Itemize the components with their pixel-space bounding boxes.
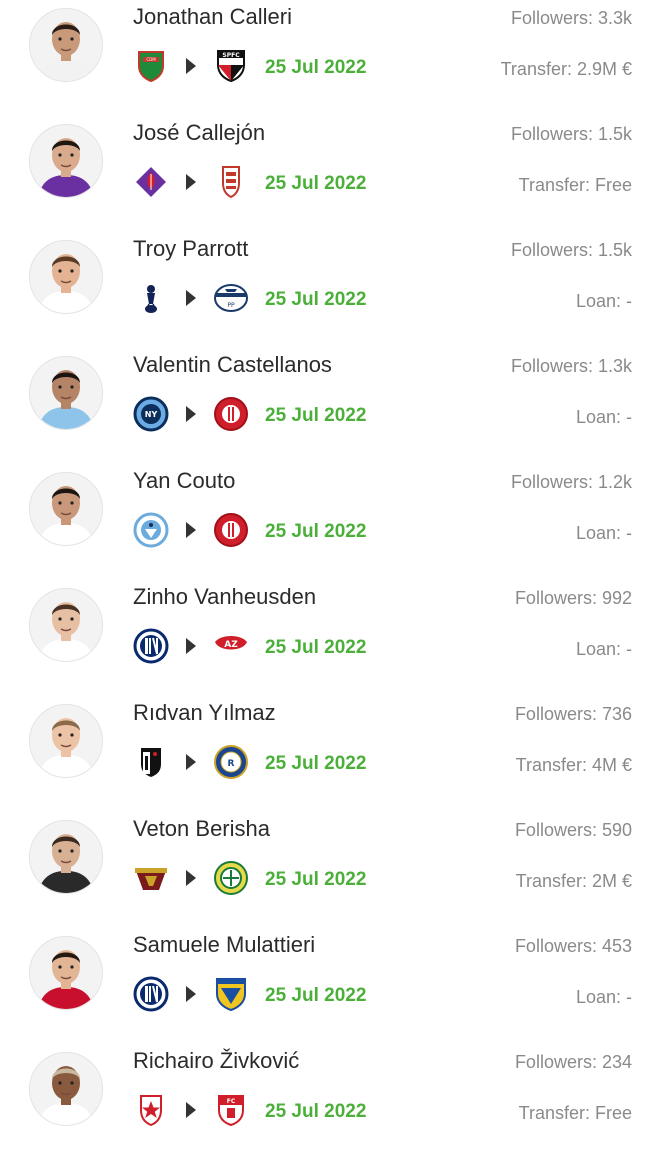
sao-paulo-crest-icon[interactable]: SPFC — [213, 48, 249, 84]
transfer-date: 25 Jul 2022 — [265, 173, 367, 194]
transfer-arrow-icon — [186, 290, 196, 306]
svg-text:R: R — [228, 759, 235, 769]
player-name[interactable]: Yan Couto — [133, 468, 235, 494]
transfer-row[interactable]: José Callejón Followers: 1.5k 25 Jul 2022 T… — [0, 116, 662, 232]
transfer-date: 25 Jul 2022 — [265, 753, 367, 774]
svg-text:AZ: AZ — [224, 640, 238, 650]
transfer-date: 25 Jul 2022 — [265, 1101, 367, 1122]
transfer-fee: Transfer: 2M € — [515, 871, 632, 891]
svg-text:FC: FC — [227, 1098, 236, 1105]
transfer-arrow-icon — [186, 638, 196, 654]
girona-crest-icon[interactable] — [213, 512, 249, 548]
player-name[interactable]: José Callejón — [133, 120, 265, 146]
besiktas-crest-icon[interactable] — [133, 744, 169, 780]
maldonado-crest-icon[interactable]: CDM — [133, 48, 169, 84]
player-name[interactable]: Veton Berisha — [133, 816, 270, 842]
player-avatar[interactable] — [29, 124, 103, 198]
fc-emmen-crest-icon[interactable]: FC — [213, 1092, 249, 1128]
svg-text:NY: NY — [145, 410, 158, 419]
player-name[interactable]: Rıdvan Yılmaz — [133, 700, 276, 726]
followers-count: Followers: 992 — [514, 588, 632, 608]
player-avatar[interactable] — [29, 588, 103, 662]
followers-count: Followers: 590 — [514, 820, 632, 840]
fiorentina-crest-icon[interactable] — [133, 164, 169, 200]
transfer-fee: Transfer: 4M € — [515, 755, 632, 775]
transfer-fee: Loan: - — [575, 407, 632, 427]
player-avatar[interactable] — [29, 472, 103, 546]
tottenham-crest-icon[interactable] — [133, 280, 169, 316]
transfer-arrow-icon — [186, 406, 196, 422]
transfer-fee: Loan: - — [575, 639, 632, 659]
svg-text:SPFC: SPFC — [222, 52, 240, 59]
transfers-list: Jonathan Calleri Followers: 3.3k CDM SPFC 25… — [0, 0, 662, 1132]
venezia-crest-icon[interactable] — [133, 860, 169, 896]
transfer-fee: Transfer: 2.9M € — [500, 59, 632, 79]
transfer-row[interactable]: Zinho Vanheusden Followers: 992 AZ 25 Jul 2… — [0, 580, 662, 696]
transfer-date: 25 Jul 2022 — [265, 289, 367, 310]
transfer-row[interactable]: Yan Couto Followers: 1.2k 25 Jul 2022 Loan:… — [0, 464, 662, 580]
player-avatar[interactable] — [29, 356, 103, 430]
followers-count: Followers: 1.5k — [510, 240, 632, 260]
transfer-row[interactable]: Samuele Mulattieri Followers: 453 25 Jul 2… — [0, 928, 662, 1044]
transfer-date: 25 Jul 2022 — [265, 405, 367, 426]
transfer-arrow-icon — [186, 986, 196, 1002]
followers-count: Followers: 234 — [514, 1052, 632, 1072]
transfer-row[interactable]: Jonathan Calleri Followers: 3.3k CDM SPFC 25… — [0, 0, 662, 116]
hammarby-crest-icon[interactable] — [213, 860, 249, 896]
transfer-row[interactable]: Rıdvan Yılmaz Followers: 736 R 25 Jul 2022 T… — [0, 696, 662, 812]
player-name[interactable]: Valentin Castellanos — [133, 352, 332, 378]
man-city-crest-icon[interactable] — [133, 512, 169, 548]
transfer-row[interactable]: Veton Berisha Followers: 590 25 Jul 2022 Tr… — [0, 812, 662, 928]
transfer-fee: Loan: - — [575, 987, 632, 1007]
followers-count: Followers: 1.5k — [510, 124, 632, 144]
player-name[interactable]: Troy Parrott — [133, 236, 248, 262]
transfer-arrow-icon — [186, 870, 196, 886]
followers-count: Followers: 736 — [514, 704, 632, 724]
transfer-date: 25 Jul 2022 — [265, 57, 367, 78]
followers-count: Followers: 1.3k — [510, 356, 632, 376]
transfer-fee: Transfer: Free — [518, 1103, 632, 1123]
transfer-fee: Transfer: Free — [518, 175, 632, 195]
player-name[interactable]: Richairo Živković — [133, 1048, 299, 1074]
svg-text:PP: PP — [227, 302, 235, 309]
rangers-crest-icon[interactable]: R — [213, 744, 249, 780]
transfer-date: 25 Jul 2022 — [265, 869, 367, 890]
player-avatar[interactable] — [29, 240, 103, 314]
transfer-row[interactable]: Troy Parrott Followers: 1.5k PP 25 Jul 2022… — [0, 232, 662, 348]
red-star-crest-icon[interactable] — [133, 1092, 169, 1128]
svg-text:CDM: CDM — [146, 57, 156, 62]
player-avatar[interactable] — [29, 8, 103, 82]
player-avatar[interactable] — [29, 820, 103, 894]
transfer-fee: Loan: - — [575, 291, 632, 311]
player-name[interactable]: Samuele Mulattieri — [133, 932, 315, 958]
frosinone-crest-icon[interactable] — [213, 976, 249, 1012]
transfer-arrow-icon — [186, 754, 196, 770]
transfer-arrow-icon — [186, 522, 196, 538]
nycfc-crest-icon[interactable]: NY — [133, 396, 169, 432]
player-avatar[interactable] — [29, 1052, 103, 1126]
preston-crest-icon[interactable]: PP — [213, 280, 249, 316]
player-avatar[interactable] — [29, 936, 103, 1010]
transfer-fee: Loan: - — [575, 523, 632, 543]
followers-count: Followers: 453 — [514, 936, 632, 956]
player-name[interactable]: Jonathan Calleri — [133, 4, 292, 30]
transfer-arrow-icon — [186, 174, 196, 190]
transfer-row[interactable]: Richairo Živković Followers: 234 FC 25 Jul … — [0, 1044, 662, 1160]
transfer-arrow-icon — [186, 58, 196, 74]
inter-crest-icon[interactable] — [133, 976, 169, 1012]
player-avatar[interactable] — [29, 704, 103, 778]
transfer-row[interactable]: Valentin Castellanos Followers: 1.3k NY 25 … — [0, 348, 662, 464]
followers-count: Followers: 3.3k — [510, 8, 632, 28]
granada-crest-icon[interactable] — [213, 164, 249, 200]
inter-crest-icon[interactable] — [133, 628, 169, 664]
transfer-date: 25 Jul 2022 — [265, 985, 367, 1006]
transfer-date: 25 Jul 2022 — [265, 521, 367, 542]
transfer-arrow-icon — [186, 1102, 196, 1118]
followers-count: Followers: 1.2k — [510, 472, 632, 492]
az-alkmaar-crest-icon[interactable]: AZ — [213, 628, 249, 664]
transfer-date: 25 Jul 2022 — [265, 637, 367, 658]
player-name[interactable]: Zinho Vanheusden — [133, 584, 316, 610]
girona-crest-icon[interactable] — [213, 396, 249, 432]
